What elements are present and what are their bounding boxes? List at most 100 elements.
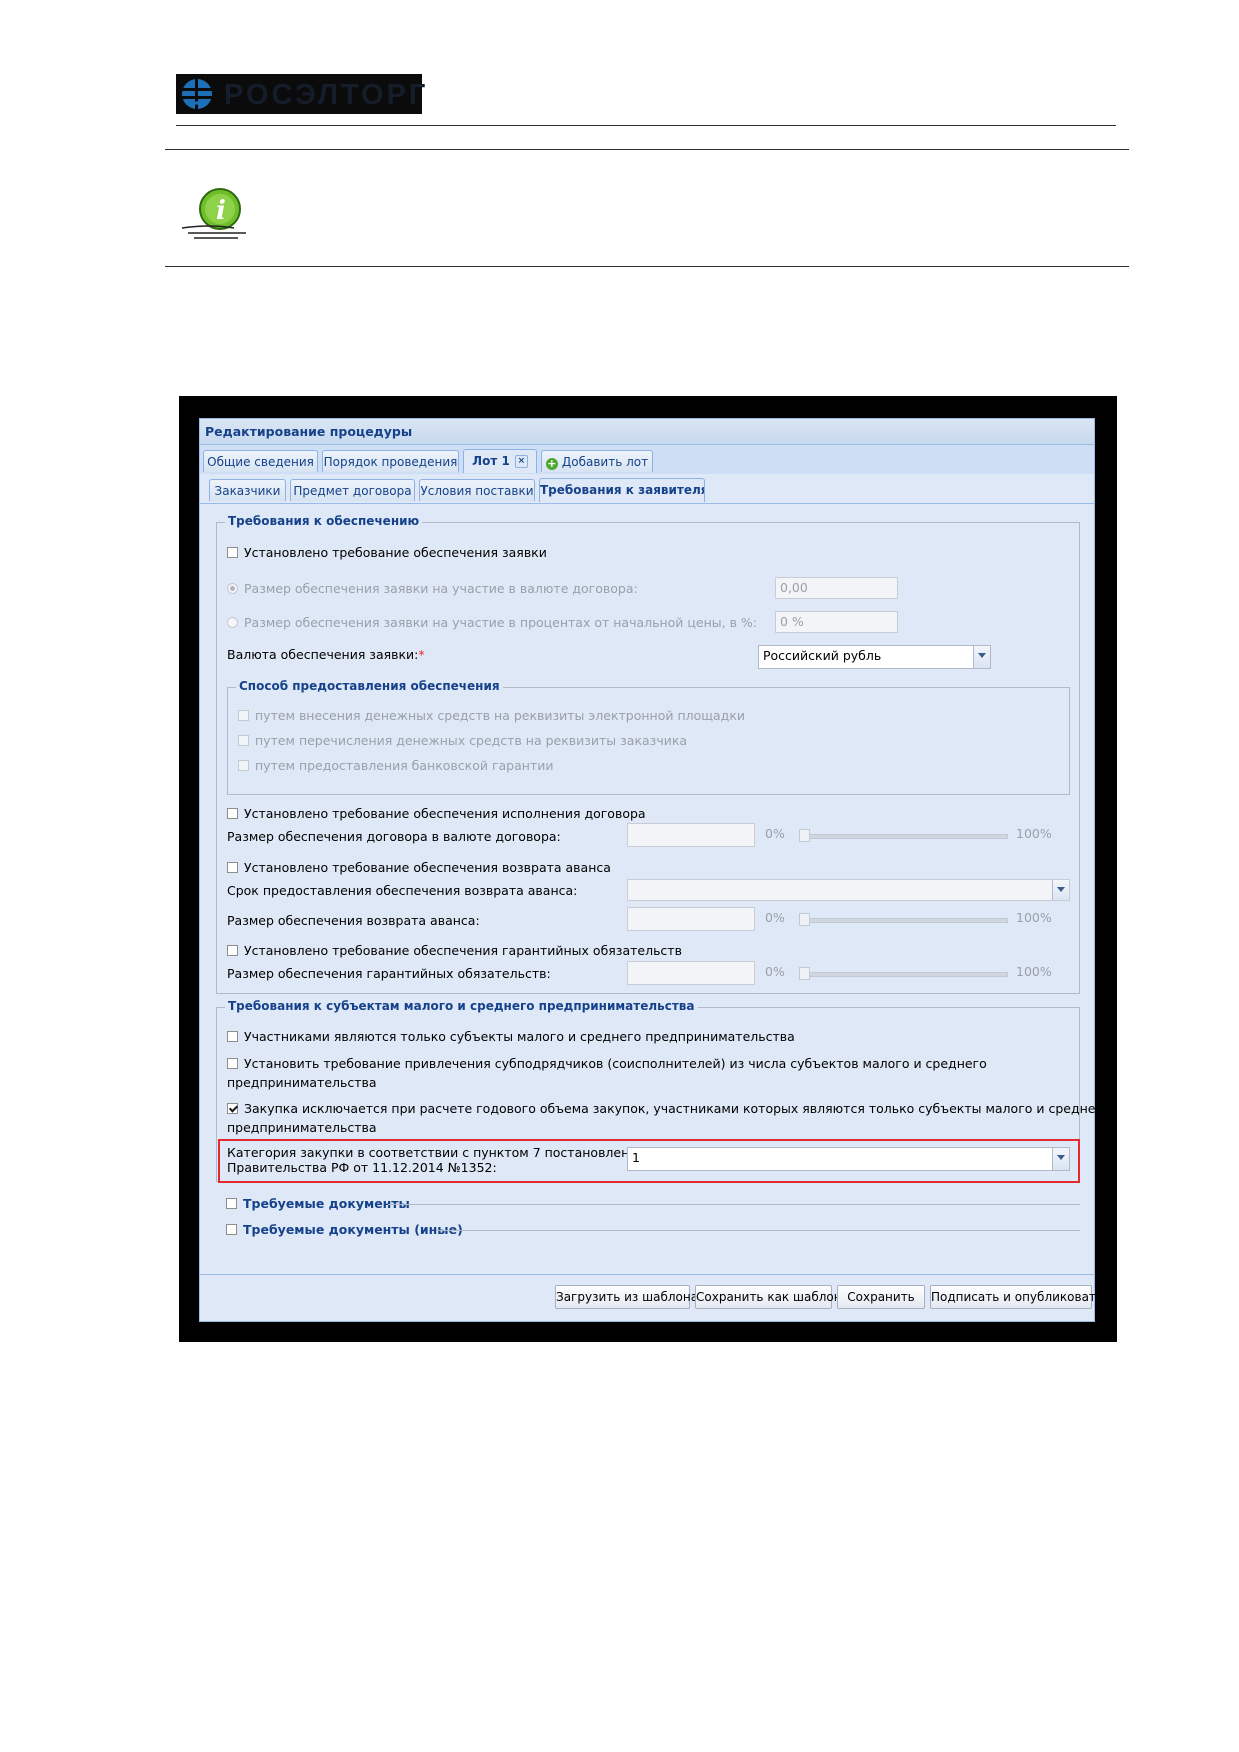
subtab-customers[interactable]: Заказчики <box>209 479 286 501</box>
category-label: Категория закупки в соответствии с пункт… <box>227 1145 645 1175</box>
amount-percent-label: Размер обеспечения заявки на участие в п… <box>244 615 758 630</box>
tab-lot-1[interactable]: Лот 1 × <box>463 449 537 473</box>
chevron-down-icon[interactable] <box>1052 880 1069 900</box>
screenshot-frame: Редактирование процедуры Общие сведения … <box>179 396 1117 1342</box>
slider-min-label: 0% <box>765 910 785 925</box>
security-method-fieldset: Способ предоставления обеспечения путем … <box>227 679 1070 795</box>
slider-thumb[interactable] <box>799 967 810 980</box>
category-combo-value: 1 <box>632 1150 640 1165</box>
required-docs-other-label: Требуемые документы (иные) <box>243 1222 463 1237</box>
slider-thumb[interactable] <box>799 829 810 842</box>
slider-thumb[interactable] <box>799 913 810 926</box>
info-note-icon: i <box>181 188 246 239</box>
warranty-amount-slider[interactable]: 0% 100% <box>763 964 1093 982</box>
advance-security-label: Установлено требование обеспечения возвр… <box>244 860 611 875</box>
subtab-delivery-terms[interactable]: Условия поставки <box>419 479 535 501</box>
sme-fieldset: Требования к субъектам малого и среднего… <box>216 999 1110 1183</box>
required-mark: * <box>418 647 425 662</box>
required-docs-toggle[interactable]: Требуемые документы <box>226 1196 410 1211</box>
method-option-label: путем предоставления банковской гарантии <box>255 758 554 773</box>
excluded-row[interactable]: Закупка исключается при расчете годового… <box>227 1099 1110 1137</box>
save-button[interactable]: Сохранить <box>837 1285 925 1309</box>
load-template-button[interactable]: Загрузить из шаблона <box>555 1285 698 1309</box>
subcontractors-row[interactable]: Установить требование привлечения субпод… <box>227 1054 987 1092</box>
edit-procedure-window: Редактирование процедуры Общие сведения … <box>199 418 1110 1322</box>
contract-security-checkbox[interactable] <box>227 808 238 819</box>
amount-currency-radio[interactable] <box>227 583 238 594</box>
category-label-line: Категория закупки в соответствии с пункт… <box>227 1145 645 1160</box>
sign-publish-button[interactable]: Подписать и опубликовать <box>930 1285 1103 1309</box>
save-template-button[interactable]: Сохранить как шаблон <box>695 1285 842 1309</box>
tab-procedure-order[interactable]: Порядок проведения <box>322 450 459 472</box>
warranty-security-row[interactable]: Установлено требование обеспечения гаран… <box>227 943 682 958</box>
chevron-down-icon[interactable] <box>973 646 990 668</box>
tab-add-lot[interactable]: + Добавить лот <box>541 450 653 472</box>
excluded-checkbox[interactable] <box>227 1103 238 1114</box>
application-security-checkbox[interactable] <box>227 547 238 558</box>
warranty-amount-input[interactable] <box>627 961 755 985</box>
required-docs-other-toggle[interactable]: Требуемые документы (иные) <box>226 1222 463 1237</box>
window-footer: Загрузить из шаблона Сохранить как шабло… <box>200 1274 1103 1321</box>
subcontractors-checkbox[interactable] <box>227 1058 238 1069</box>
chevron-down-icon[interactable] <box>1052 1148 1069 1170</box>
currency-combo-value: Российский рубль <box>763 648 882 663</box>
expand-checkbox-icon[interactable] <box>226 1198 237 1209</box>
subcontractors-label-cont: предпринимательства <box>227 1075 377 1090</box>
slider-min-label: 0% <box>765 964 785 979</box>
note-bottom-rule <box>165 266 1129 267</box>
method-option-row[interactable]: путем перечисления денежных средств на р… <box>238 733 687 748</box>
roseltorg-wordmark: РОСЭЛТОРГ <box>224 79 429 111</box>
method-option-row[interactable]: путем предоставления банковской гарантии <box>238 758 553 773</box>
application-security-label: Установлено требование обеспечения заявк… <box>244 545 547 560</box>
tab-add-lot-label: Добавить лот <box>561 455 649 469</box>
amount-percent-row[interactable]: Размер обеспечения заявки на участие в п… <box>227 615 757 630</box>
method-option-checkbox[interactable] <box>238 735 249 746</box>
advance-term-combo[interactable] <box>627 879 1070 901</box>
roseltorg-logo: РОСЭЛТОРГ <box>176 74 425 114</box>
group-divider <box>436 1230 1080 1231</box>
amount-currency-input[interactable]: 0,00 <box>775 577 898 599</box>
sub-tabbar: Заказчики Предмет договора Условия поста… <box>200 474 1094 504</box>
slider-max-label: 100% <box>1016 910 1052 925</box>
contract-amount-label: Размер обеспечения договора в валюте дог… <box>227 829 561 844</box>
method-option-label: путем перечисления денежных средств на р… <box>255 733 688 748</box>
slider-min-label: 0% <box>765 826 785 841</box>
only-sme-checkbox[interactable] <box>227 1031 238 1042</box>
warranty-security-checkbox[interactable] <box>227 945 238 956</box>
tab-general[interactable]: Общие сведения <box>203 450 318 472</box>
warranty-amount-label: Размер обеспечения гарантийных обязатель… <box>227 966 551 981</box>
amount-currency-row[interactable]: Размер обеспечения заявки на участие в в… <box>227 581 638 596</box>
required-docs-other-group[interactable]: Требуемые документы (иные) <box>226 1222 1080 1240</box>
excluded-label-cont: предпринимательства <box>227 1120 377 1135</box>
method-option-checkbox[interactable] <box>238 760 249 771</box>
required-docs-group[interactable]: Требуемые документы <box>226 1196 1080 1214</box>
expand-checkbox-icon[interactable] <box>226 1224 237 1235</box>
currency-combo[interactable]: Российский рубль <box>758 645 991 669</box>
only-sme-row[interactable]: Участниками являются только субъекты мал… <box>227 1029 795 1044</box>
category-combo[interactable]: 1 <box>627 1147 1070 1171</box>
subtab-contract-subject[interactable]: Предмет договора <box>290 479 415 501</box>
method-option-row[interactable]: путем внесения денежных средств на рекви… <box>238 708 745 723</box>
contract-amount-input[interactable] <box>627 823 755 847</box>
close-tab-icon[interactable]: × <box>514 455 528 468</box>
advance-amount-slider[interactable]: 0% 100% <box>763 910 1093 928</box>
excluded-label: Закупка исключается при расчете годового… <box>244 1101 1110 1116</box>
amount-percent-input[interactable]: 0 % <box>775 611 898 633</box>
contract-security-row[interactable]: Установлено требование обеспечения испол… <box>227 806 646 821</box>
advance-amount-input[interactable] <box>627 907 755 931</box>
security-fieldset: Требования к обеспечению Установлено тре… <box>216 514 1080 994</box>
advance-security-row[interactable]: Установлено требование обеспечения возвр… <box>227 860 611 875</box>
method-option-label: путем внесения денежных средств на рекви… <box>255 708 746 723</box>
group-divider <box>388 1204 1080 1205</box>
subtab-applicant-requirements[interactable]: Требования к заявителям <box>539 478 705 502</box>
method-option-checkbox[interactable] <box>238 710 249 721</box>
svg-text:i: i <box>216 196 226 226</box>
contract-security-label: Установлено требование обеспечения испол… <box>244 806 646 821</box>
advance-term-label: Срок предоставления обеспечения возврата… <box>227 883 578 898</box>
contract-amount-slider[interactable]: 0% 100% <box>763 826 1093 844</box>
application-security-row[interactable]: Установлено требование обеспечения заявк… <box>227 545 547 560</box>
category-label-line: Правительства РФ от 11.12.2014 №1352: <box>227 1160 497 1175</box>
add-icon: + <box>545 457 558 470</box>
amount-percent-radio[interactable] <box>227 617 238 628</box>
advance-security-checkbox[interactable] <box>227 862 238 873</box>
